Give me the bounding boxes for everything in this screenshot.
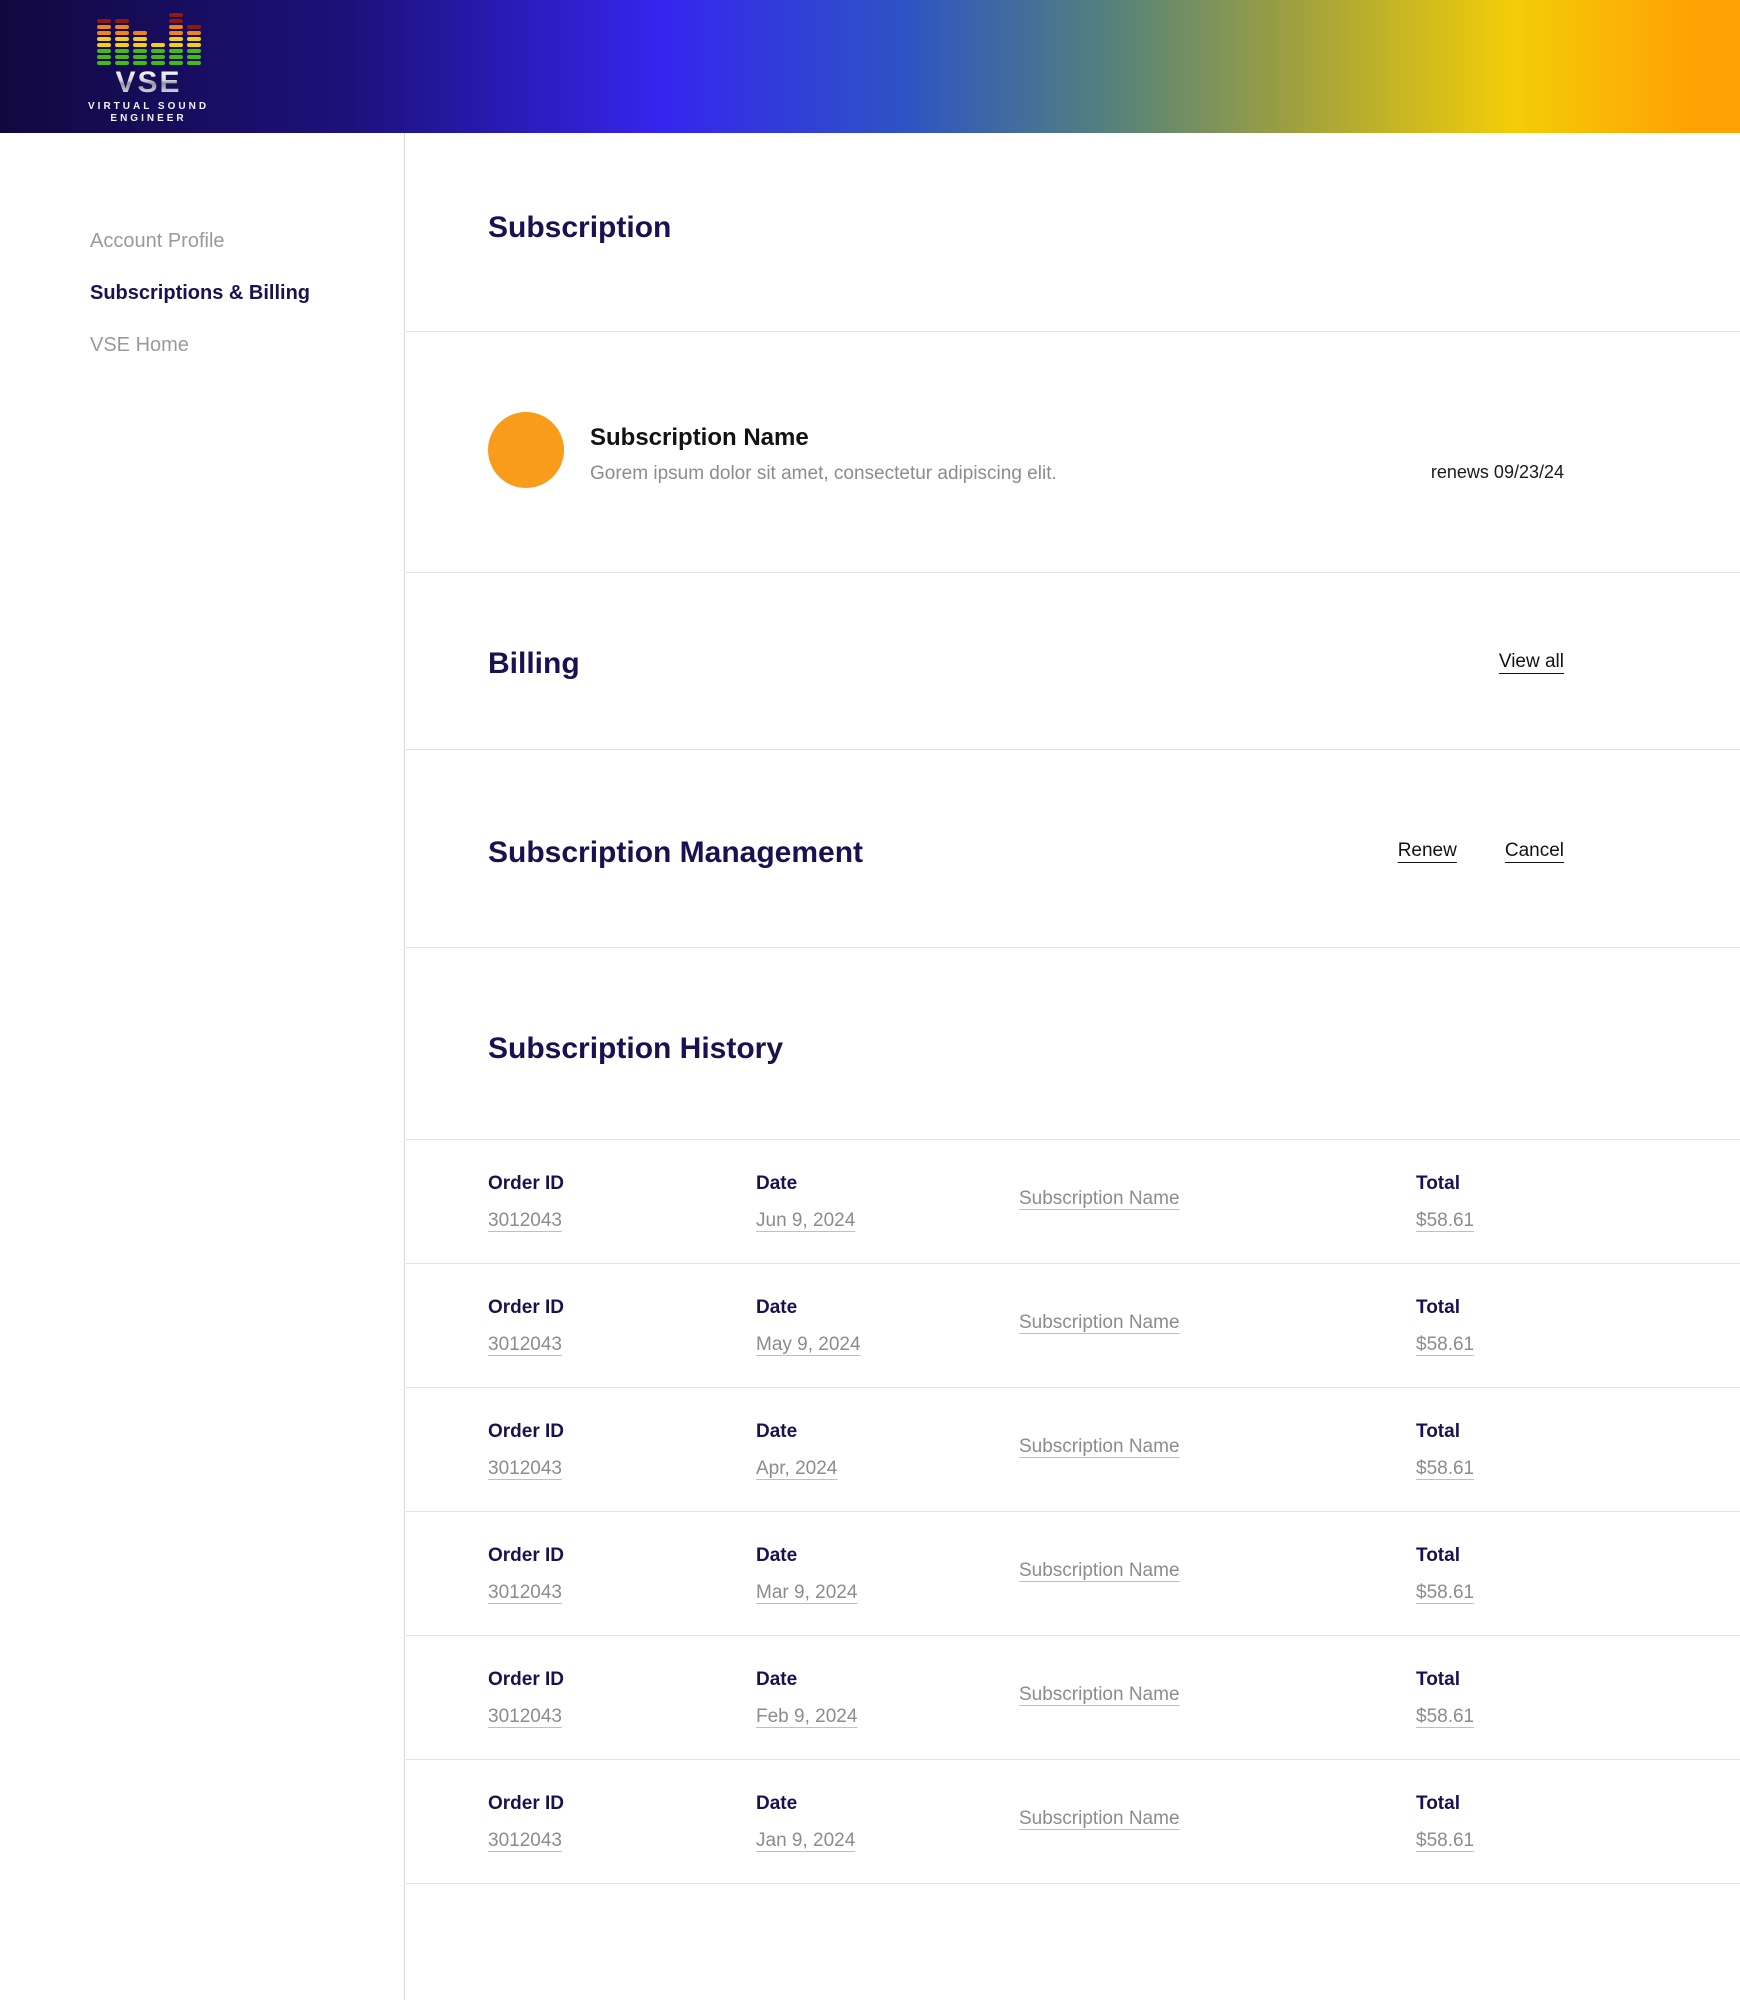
date-link[interactable]: Apr, 2024	[756, 1458, 1019, 1480]
subscription-section: Subscription	[406, 133, 1740, 332]
billing-section: Billing View all	[406, 573, 1740, 750]
order-id-link[interactable]: 3012043	[488, 1830, 756, 1852]
order-id-header: Order ID	[488, 1421, 756, 1443]
subscription-history-title: Subscription History	[488, 1028, 1564, 1069]
cancel-link[interactable]: Cancel	[1505, 840, 1564, 862]
table-row: Order ID 3012043 Date Jun 9, 2024 Subscr…	[406, 1140, 1740, 1264]
total-header: Total	[1416, 1297, 1740, 1319]
subscription-management-title: Subscription Management	[488, 832, 863, 873]
order-id-link[interactable]: 3012043	[488, 1582, 756, 1604]
order-id-header: Order ID	[488, 1545, 756, 1567]
subscription-history-section: Subscription History	[406, 948, 1740, 1140]
date-header: Date	[756, 1421, 1019, 1443]
plan-name-link[interactable]: Subscription Name	[1019, 1684, 1416, 1706]
date-link[interactable]: May 9, 2024	[756, 1334, 1019, 1356]
total-header: Total	[1416, 1793, 1740, 1815]
main-content: Subscription Subscription Name Gorem ips…	[406, 133, 1740, 2000]
history-table: Order ID 3012043 Date Jun 9, 2024 Subscr…	[406, 1140, 1740, 1884]
total-link[interactable]: $58.61	[1416, 1210, 1740, 1232]
brand-tagline: VIRTUAL SOUND ENGINEER	[88, 101, 209, 125]
renewal-date: renews 09/23/24	[1431, 460, 1564, 485]
total-header: Total	[1416, 1173, 1740, 1195]
date-header: Date	[756, 1545, 1019, 1567]
total-header: Total	[1416, 1421, 1740, 1443]
view-all-link[interactable]: View all	[1499, 651, 1564, 673]
order-id-header: Order ID	[488, 1793, 756, 1815]
brand-tagline-line2: ENGINEER	[88, 113, 209, 125]
date-link[interactable]: Jun 9, 2024	[756, 1210, 1019, 1232]
brand-tagline-line1: VIRTUAL SOUND	[88, 101, 209, 113]
plan-name-link[interactable]: Subscription Name	[1019, 1312, 1416, 1334]
plan-text: Subscription Name Gorem ipsum dolor sit …	[590, 421, 1057, 487]
page: VSE VIRTUAL SOUND ENGINEER Account Profi…	[0, 0, 1740, 2000]
brand-abbr: VSE	[116, 68, 182, 98]
equalizer-icon	[97, 9, 201, 65]
total-header: Total	[1416, 1545, 1740, 1567]
date-header: Date	[756, 1793, 1019, 1815]
table-row: Order ID 3012043 Date Apr, 2024 Subscrip…	[406, 1388, 1740, 1512]
plan-name-link[interactable]: Subscription Name	[1019, 1808, 1416, 1830]
plan-name: Subscription Name	[590, 421, 1057, 454]
sidebar-item-vse-home[interactable]: VSE Home	[90, 332, 404, 358]
date-header: Date	[756, 1173, 1019, 1195]
header-banner: VSE VIRTUAL SOUND ENGINEER	[0, 0, 1740, 133]
plan-name-link[interactable]: Subscription Name	[1019, 1436, 1416, 1458]
sidebar: Account Profile Subscriptions & Billing …	[0, 133, 405, 2000]
order-id-header: Order ID	[488, 1173, 756, 1195]
plan-name-link[interactable]: Subscription Name	[1019, 1560, 1416, 1582]
date-header: Date	[756, 1297, 1019, 1319]
subscription-management-section: Subscription Management Renew Cancel	[406, 750, 1740, 948]
sidebar-item-subscriptions-billing[interactable]: Subscriptions & Billing	[90, 280, 404, 306]
total-link[interactable]: $58.61	[1416, 1706, 1740, 1728]
plan-avatar	[488, 412, 564, 488]
date-link[interactable]: Feb 9, 2024	[756, 1706, 1019, 1728]
order-id-header: Order ID	[488, 1669, 756, 1691]
billing-title: Billing	[488, 643, 580, 684]
date-header: Date	[756, 1669, 1019, 1691]
brand-logo[interactable]: VSE VIRTUAL SOUND ENGINEER	[88, 9, 209, 125]
total-link[interactable]: $58.61	[1416, 1334, 1740, 1356]
total-link[interactable]: $58.61	[1416, 1458, 1740, 1480]
total-link[interactable]: $58.61	[1416, 1830, 1740, 1852]
table-row: Order ID 3012043 Date Jan 9, 2024 Subscr…	[406, 1760, 1740, 1884]
order-id-link[interactable]: 3012043	[488, 1210, 756, 1232]
table-row: Order ID 3012043 Date Mar 9, 2024 Subscr…	[406, 1512, 1740, 1636]
table-row: Order ID 3012043 Date Feb 9, 2024 Subscr…	[406, 1636, 1740, 1760]
total-link[interactable]: $58.61	[1416, 1582, 1740, 1604]
renew-link[interactable]: Renew	[1398, 840, 1457, 862]
subscription-title: Subscription	[488, 207, 1564, 248]
plan-description: Gorem ipsum dolor sit amet, consectetur …	[590, 461, 1057, 487]
order-id-header: Order ID	[488, 1297, 756, 1319]
order-id-link[interactable]: 3012043	[488, 1706, 756, 1728]
date-link[interactable]: Mar 9, 2024	[756, 1582, 1019, 1604]
table-row: Order ID 3012043 Date May 9, 2024 Subscr…	[406, 1264, 1740, 1388]
sidebar-item-account-profile[interactable]: Account Profile	[90, 228, 404, 254]
total-header: Total	[1416, 1669, 1740, 1691]
subscription-card: Subscription Name Gorem ipsum dolor sit …	[406, 332, 1740, 573]
order-id-link[interactable]: 3012043	[488, 1334, 756, 1356]
order-id-link[interactable]: 3012043	[488, 1458, 756, 1480]
plan-name-link[interactable]: Subscription Name	[1019, 1188, 1416, 1210]
date-link[interactable]: Jan 9, 2024	[756, 1830, 1019, 1852]
